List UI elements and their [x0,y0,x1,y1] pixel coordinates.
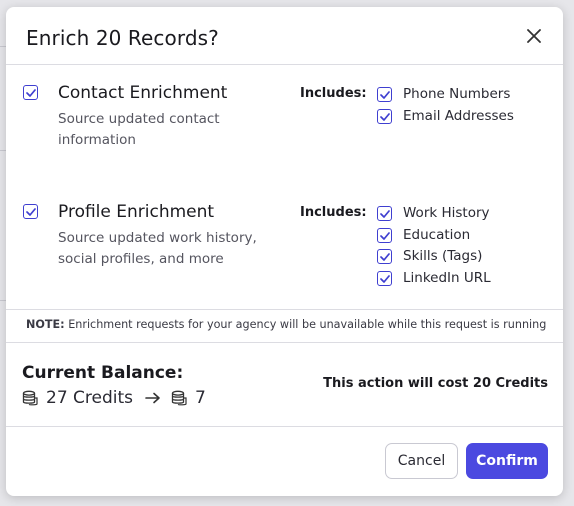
work-history-label: Work History [403,205,490,221]
note-prefix: NOTE: [26,318,65,331]
arrow-right-icon [145,392,161,404]
cancel-button[interactable]: Cancel [385,443,458,479]
profile-enrichment-title: Profile Enrichment [58,202,215,222]
close-button[interactable] [523,25,545,47]
linkedin-url-label: LinkedIn URL [403,270,491,286]
dialog-title: Enrich 20 Records? [26,26,219,50]
contact-enrichment-description: Source updated contact information [58,111,220,148]
check-icon [379,252,390,261]
divider [6,426,563,427]
work-history-checkbox[interactable] [377,206,392,221]
skills-tags-label: Skills (Tags) [403,248,483,264]
skills-tags-checkbox[interactable] [377,249,392,264]
check-icon [379,209,390,218]
coins-icon [171,390,187,406]
contact-enrichment-checkbox[interactable] [23,85,38,100]
check-icon [25,88,36,97]
email-addresses-label: Email Addresses [403,108,514,124]
enrich-dialog: Enrich 20 Records? Contact Enrichment So… [6,7,563,496]
education-checkbox[interactable] [377,228,392,243]
confirm-button[interactable]: Confirm [466,443,548,479]
balance-change: 27 Credits 7 [22,388,206,408]
contact-enrichment-title: Contact Enrichment [58,83,228,103]
profile-enrichment-description: Source updated work history, social prof… [58,230,257,267]
profile-enrichment-checkbox[interactable] [23,204,38,219]
close-icon [527,29,541,43]
check-icon [379,112,390,121]
education-label: Education [403,227,471,243]
check-icon [379,90,390,99]
check-icon [379,274,390,283]
includes-label: Includes: [300,86,367,101]
balance-label: Current Balance: [22,363,184,383]
phone-numbers-checkbox[interactable] [377,87,392,102]
email-addresses-checkbox[interactable] [377,109,392,124]
divider [6,309,563,310]
phone-numbers-label: Phone Numbers [403,86,511,102]
note-body: Enrichment requests for your agency will… [68,318,547,331]
check-icon [25,207,36,216]
linkedin-url-checkbox[interactable] [377,271,392,286]
note-text: NOTE: Enrichment requests for your agenc… [26,318,546,331]
coins-icon [22,390,38,406]
check-icon [379,231,390,240]
current-credits: 27 Credits [46,388,134,408]
divider [6,342,563,343]
dialog-header: Enrich 20 Records? [6,7,563,65]
includes-label: Includes: [300,205,367,220]
remaining-credits: 7 [195,388,206,408]
cost-text: This action will cost 20 Credits [323,376,548,391]
